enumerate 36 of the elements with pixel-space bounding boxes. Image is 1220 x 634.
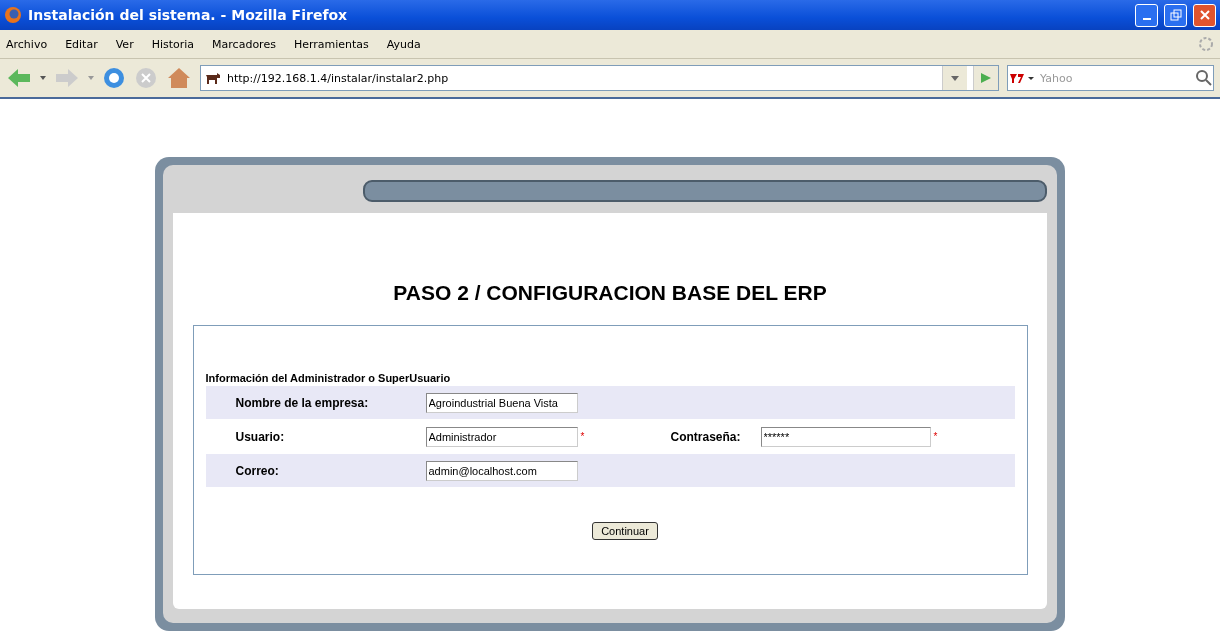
home-icon[interactable] — [166, 66, 192, 90]
input-field[interactable]: ****** — [760, 426, 931, 447]
field-label: Nombre de la empresa: — [234, 395, 370, 410]
restore-icon — [1169, 9, 1182, 21]
search-icon[interactable] — [1195, 69, 1213, 87]
menu-item[interactable]: Ayuda — [386, 37, 421, 51]
close-icon — [1198, 9, 1211, 21]
required-mark: * — [933, 431, 939, 442]
reload-icon[interactable] — [102, 66, 126, 90]
page-heading: PASO 2 / CONFIGURACION BASE DEL ERP — [393, 281, 827, 305]
window-title: Instalación del sistema. - Mozilla Firefox — [28, 7, 349, 23]
field-label: Correo: — [234, 463, 280, 478]
dropdown-icon[interactable] — [942, 66, 967, 90]
close-button[interactable] — [1193, 3, 1216, 27]
input-field[interactable]: admin@localhost.com — [425, 460, 578, 481]
menu-item[interactable]: Marcadores — [212, 37, 276, 51]
minimize-button[interactable] — [1135, 3, 1158, 27]
menu-item[interactable]: Historia — [151, 37, 195, 51]
restore-button[interactable] — [1164, 3, 1187, 27]
address-field[interactable]: http://192.168.1.4/instalar/instalar2.php — [200, 65, 999, 91]
minimize-icon — [1142, 18, 1151, 20]
menu-item[interactable]: Editar — [65, 37, 98, 51]
field-label: Usuario: — [234, 429, 286, 444]
input-field[interactable]: Administrador — [425, 426, 578, 447]
throbber-icon — [1198, 36, 1214, 52]
input-field[interactable]: Agroindustrial Buena Vista — [425, 392, 578, 413]
section-title: Información del Administrador o SuperUsuario — [205, 372, 452, 384]
menu-item[interactable]: Herramientas — [293, 37, 369, 51]
required-mark: * — [580, 431, 586, 442]
go-icon[interactable] — [973, 66, 998, 90]
field-label: Contraseña: — [669, 429, 742, 444]
animal-icon — [205, 71, 221, 85]
continue-button[interactable]: Continuar — [592, 522, 658, 540]
menu-item[interactable]: Archivo — [6, 37, 48, 51]
dropdown-icon[interactable] — [40, 76, 46, 80]
menu-item[interactable]: Ver — [115, 37, 134, 51]
